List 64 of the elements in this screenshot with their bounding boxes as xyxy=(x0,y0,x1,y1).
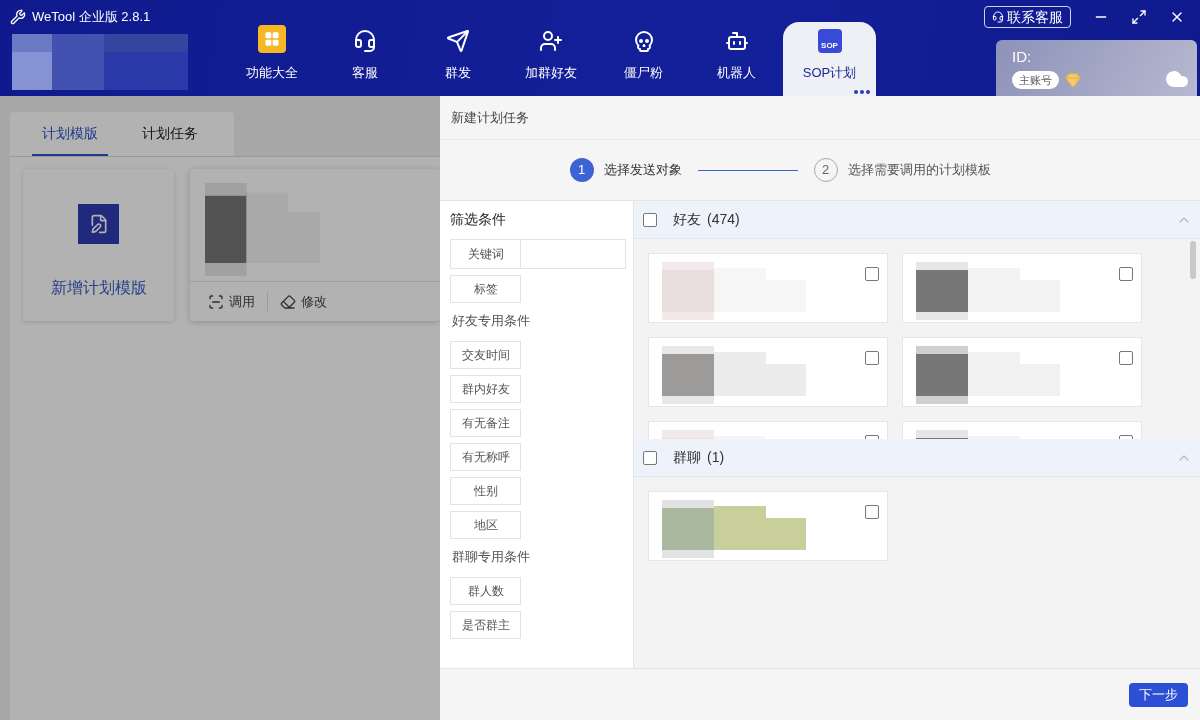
step-number: 1 xyxy=(569,158,594,182)
use-button[interactable]: 调用 xyxy=(208,291,255,312)
filter-button[interactable]: 地区 xyxy=(450,511,521,539)
scan-icon xyxy=(208,293,224,310)
nav-tab[interactable]: 加群好友 xyxy=(504,22,597,96)
checkbox[interactable] xyxy=(1119,351,1133,365)
filter-group-title: 筛选条件 xyxy=(450,210,507,229)
step-label: 选择发送对象 xyxy=(603,161,682,180)
grid-icon xyxy=(257,24,286,53)
diamond-icon xyxy=(1065,71,1081,88)
more-icon xyxy=(854,90,870,94)
next-button[interactable]: 下一步 xyxy=(1129,682,1188,707)
nav-tab[interactable]: SOP SOP计划 xyxy=(783,22,876,96)
filter-button[interactable]: 性别 xyxy=(450,477,521,505)
contact-card[interactable] xyxy=(902,253,1142,323)
checkbox[interactable] xyxy=(1119,267,1133,281)
checkbox[interactable] xyxy=(865,351,879,365)
send-icon xyxy=(445,28,470,53)
filter-group-title: 好友专用条件 xyxy=(451,312,531,330)
checkbox[interactable] xyxy=(643,212,657,227)
user-plus-icon xyxy=(538,28,563,53)
filter-button[interactable]: 是否群主 xyxy=(450,611,521,639)
maximize-icon[interactable] xyxy=(1131,9,1147,25)
new-template-card[interactable]: 新增计划模版 xyxy=(23,169,174,321)
drawer-title: 新建计划任务 xyxy=(451,108,529,127)
section-title: 好友 xyxy=(673,210,701,229)
filter-button[interactable]: 群内好友 xyxy=(450,375,521,403)
filter-button[interactable]: 标签 xyxy=(450,275,521,303)
checkbox[interactable] xyxy=(643,450,657,465)
app-title: WeTool 企业版 2.8.1 xyxy=(32,8,151,27)
wrench-icon xyxy=(10,9,26,25)
section-count: (1) xyxy=(707,448,725,467)
checkbox[interactable] xyxy=(865,267,879,281)
section-title: 群聊 xyxy=(673,448,701,467)
edit-button[interactable]: 修改 xyxy=(267,291,327,312)
section-header[interactable]: 好友 (474) xyxy=(634,201,1200,239)
filter-button[interactable]: 交友时间 xyxy=(450,341,521,369)
scrollbar[interactable] xyxy=(1190,241,1196,279)
nav-tab[interactable]: 僵尸粉 xyxy=(597,22,690,96)
eraser-icon xyxy=(280,293,296,310)
nav-tab[interactable]: 功能大全 xyxy=(225,22,318,96)
step-label: 选择需要调用的计划模板 xyxy=(847,161,991,180)
checkbox[interactable] xyxy=(865,505,879,519)
filter-group-title: 群聊专用条件 xyxy=(451,548,531,566)
filter-button[interactable]: 有无称呼 xyxy=(450,443,521,471)
contact-card[interactable] xyxy=(648,337,888,407)
headset-icon xyxy=(992,11,1004,23)
filter-button[interactable]: 有无备注 xyxy=(450,409,521,437)
filter-button[interactable]: 群人数 xyxy=(450,577,521,605)
keyword-field[interactable] xyxy=(521,239,626,269)
nav-tab[interactable]: 群发 xyxy=(411,22,504,96)
section-header[interactable]: 群聊 (1) xyxy=(634,439,1200,477)
section-count: (474) xyxy=(707,210,740,229)
account-badge: 主账号 xyxy=(1012,70,1059,89)
contact-support-button[interactable]: 联系客服 xyxy=(984,6,1071,28)
filter-label: 关键词 xyxy=(450,239,521,269)
nav-tab[interactable]: 客服 xyxy=(318,22,411,96)
headset-icon xyxy=(352,28,377,53)
account-id-label: ID: xyxy=(1012,47,1033,67)
nav-tab[interactable]: 机器人 xyxy=(690,22,783,96)
contact-card[interactable] xyxy=(902,337,1142,407)
page-tab[interactable]: 计划任务 xyxy=(132,112,208,156)
calendar-icon: SOP xyxy=(817,28,842,53)
new-template-label: 新增计划模版 xyxy=(50,278,147,298)
